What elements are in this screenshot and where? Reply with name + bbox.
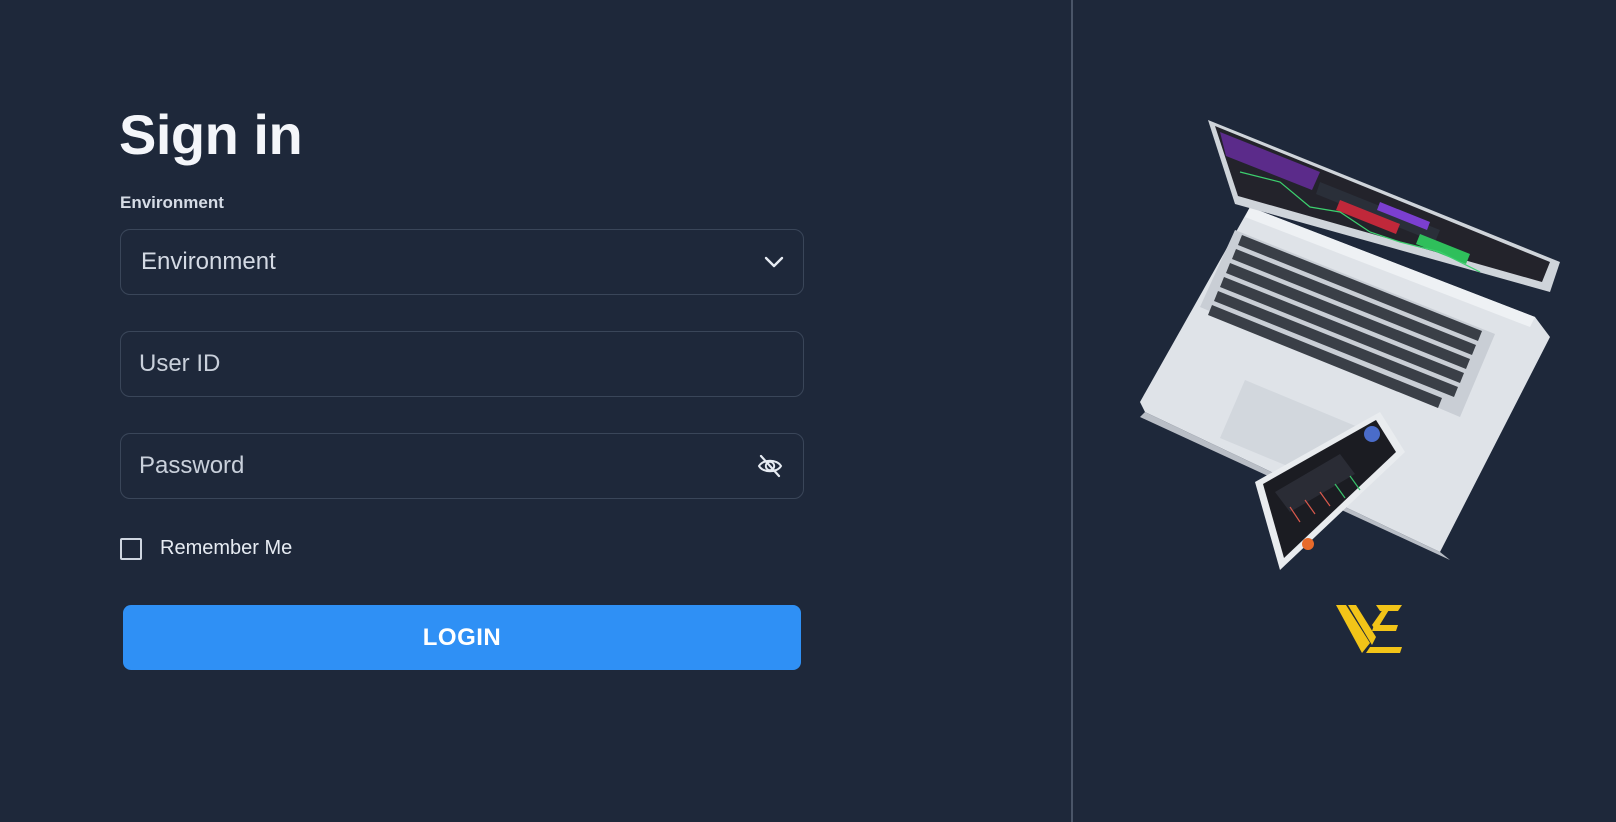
remember-me-option[interactable]: Remember Me [120,537,292,560]
environment-select[interactable]: Environment [120,229,804,295]
password-input[interactable] [139,434,755,498]
brand-logo [1336,605,1402,653]
eye-off-icon[interactable] [755,451,785,481]
user-id-field [120,331,804,397]
remember-me-label: Remember Me [160,537,293,559]
login-page: Sign in Environment Environment User ID … [0,0,1616,822]
sign-in-panel: Sign in Environment Environment User ID … [0,0,1071,822]
chevron-down-icon [763,251,785,273]
login-button[interactable]: LOGIN [123,605,801,670]
panel-divider [1071,0,1073,822]
environment-select-value: Environment [141,248,276,275]
user-id-input[interactable] [139,332,785,396]
password-field [120,433,804,499]
remember-me-checkbox[interactable] [120,537,142,560]
laptop-phone-illustration [1140,120,1560,570]
environment-label: Environment [120,193,224,212]
page-title: Sign in [119,103,303,166]
